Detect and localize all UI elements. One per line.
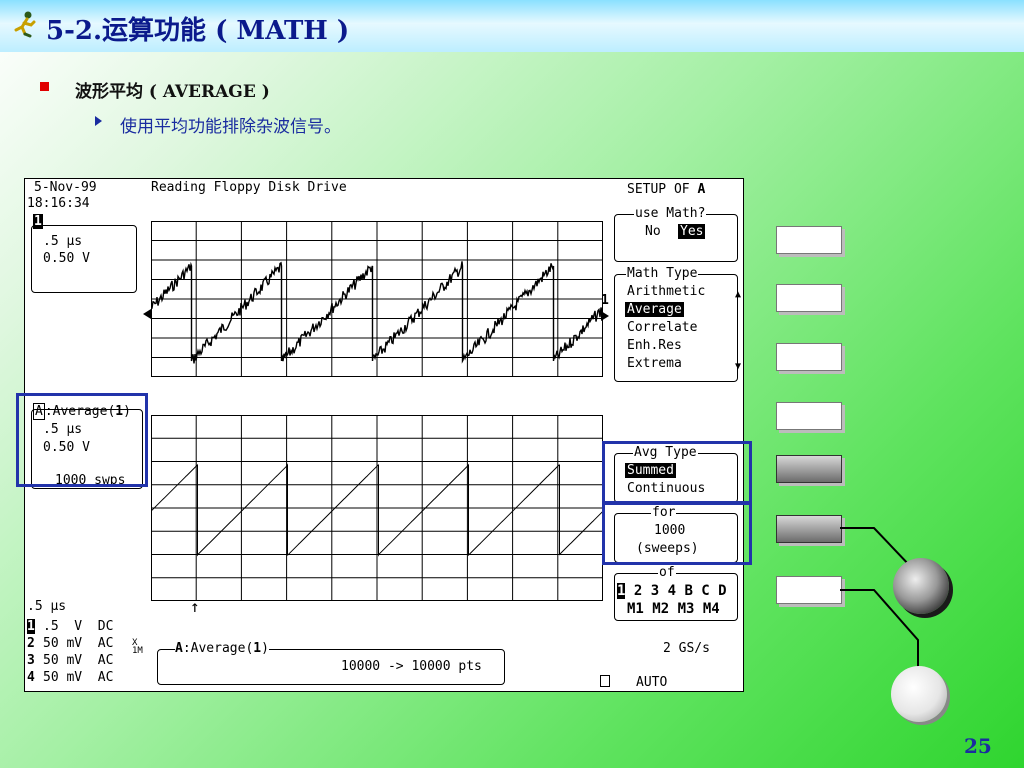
adjust-knob-lower[interactable] [891,666,947,722]
adjust-knob-upper[interactable] [893,558,949,614]
knob-connector-lines [840,527,919,668]
page-number: 25 [964,734,992,758]
